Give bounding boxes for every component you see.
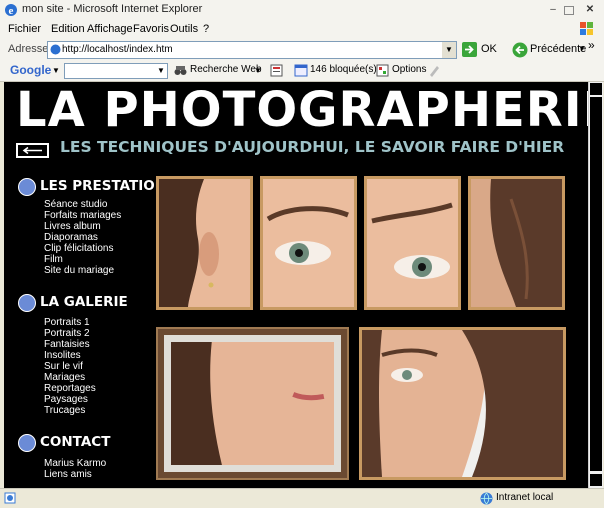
window-title: mon site - Microsoft Internet Explorer bbox=[22, 3, 203, 15]
chevron-down-icon[interactable]: ▼ bbox=[442, 42, 456, 58]
back-button[interactable]: Précédente ▼ bbox=[510, 41, 586, 59]
nav-liens-amis[interactable]: Liens amis bbox=[44, 469, 106, 480]
close-button[interactable]: ✕ bbox=[583, 4, 597, 16]
toolbar-chevron[interactable]: » bbox=[588, 38, 595, 52]
section-title-galerie: LA GALERIE bbox=[40, 294, 128, 310]
nav-portraits-1[interactable]: Portraits 1 bbox=[44, 317, 96, 328]
nav-insolites[interactable]: Insolites bbox=[44, 350, 96, 361]
menu-edition[interactable]: Edition bbox=[51, 23, 85, 35]
photo-tile-face[interactable] bbox=[359, 327, 566, 480]
google-toolbar: Google ▼ ▼ Recherche Web ▼ 146 bloquée(s… bbox=[0, 61, 604, 82]
page-content: LA PHOTOGRAPHERIE LES TECHNIQUES D'AUJOU… bbox=[4, 82, 588, 488]
site-title: LA PHOTOGRAPHERIE bbox=[16, 82, 588, 138]
options-button[interactable]: Options bbox=[392, 64, 426, 75]
google-dropdown-icon[interactable]: ▼ bbox=[52, 66, 60, 75]
menu-bar: Fichier Edition Affichage Favoris Outils… bbox=[0, 20, 604, 40]
nav-mariages[interactable]: Mariages bbox=[44, 372, 96, 383]
title-bar: e mon site - Microsoft Internet Explorer… bbox=[0, 0, 604, 21]
google-logo[interactable]: Google bbox=[10, 63, 51, 77]
page-icon bbox=[50, 44, 61, 55]
portrait-left-eye-image bbox=[263, 179, 354, 307]
nav-sur-le-vif[interactable]: Sur le vif bbox=[44, 361, 96, 372]
address-label: Adresse bbox=[8, 43, 49, 55]
photo-tile-hair[interactable] bbox=[468, 176, 565, 310]
nav-seance-studio[interactable]: Séance studio bbox=[44, 199, 121, 210]
contact-icon bbox=[18, 434, 36, 452]
options-icon bbox=[376, 64, 389, 77]
nav-diaporamas[interactable]: Diaporamas bbox=[44, 232, 121, 243]
portrait-ear-image bbox=[159, 179, 250, 307]
menu-favoris[interactable]: Favoris bbox=[133, 23, 169, 35]
vertical-scrollbar[interactable] bbox=[588, 82, 603, 488]
portrait-hair-image bbox=[471, 179, 562, 307]
google-search-input[interactable]: ▼ bbox=[64, 63, 168, 79]
section-title-contact: CONTACT bbox=[40, 434, 111, 450]
menu-affichage[interactable]: Affichage bbox=[87, 23, 133, 35]
photo-tile-right-eye[interactable] bbox=[364, 176, 461, 310]
go-label: OK bbox=[481, 43, 497, 55]
address-bar: Adresse http://localhost/index.htm ▼ OK … bbox=[0, 38, 604, 62]
chevron-down-icon[interactable]: ▼ bbox=[155, 64, 167, 78]
ie-icon: e bbox=[5, 4, 17, 17]
galerie-list: Portraits 1 Portraits 2 Fantaisies Insol… bbox=[44, 317, 96, 416]
maximize-button[interactable] bbox=[564, 6, 574, 15]
scroll-down-button[interactable] bbox=[590, 474, 602, 486]
portrait-face-image bbox=[362, 330, 563, 477]
menu-outils[interactable]: Outils bbox=[170, 23, 198, 35]
scroll-thumb[interactable] bbox=[590, 97, 602, 471]
popup-blocker-icon bbox=[294, 64, 308, 77]
binoculars-icon bbox=[174, 66, 187, 75]
search-web-button[interactable]: Recherche Web bbox=[190, 64, 262, 75]
blocked-count[interactable]: 146 bloquée(s) bbox=[310, 64, 377, 75]
prestations-list: Séance studio Forfaits mariages Livres a… bbox=[44, 199, 121, 276]
back-dropdown-icon[interactable]: ▼ bbox=[578, 44, 586, 53]
search-web-dropdown-icon[interactable]: ▼ bbox=[254, 66, 262, 75]
photo-tile-mouth[interactable] bbox=[156, 327, 349, 480]
nav-reportages[interactable]: Reportages bbox=[44, 383, 96, 394]
nav-site-du-mariage[interactable]: Site du mariage bbox=[44, 265, 121, 276]
minimize-button[interactable]: – bbox=[546, 4, 560, 16]
svg-text:e: e bbox=[9, 5, 14, 17]
nav-paysages[interactable]: Paysages bbox=[44, 394, 96, 405]
go-arrow-icon bbox=[462, 42, 477, 57]
return-arrow-icon[interactable] bbox=[16, 143, 49, 158]
menu-fichier[interactable]: Fichier bbox=[8, 23, 41, 35]
scroll-up-button[interactable] bbox=[590, 83, 602, 95]
status-bar: Intranet local bbox=[0, 488, 604, 508]
contact-list: Marius Karmo Liens amis bbox=[44, 458, 106, 480]
nav-forfaits-mariages[interactable]: Forfaits mariages bbox=[44, 210, 121, 221]
galerie-icon bbox=[18, 294, 36, 312]
portrait-right-eye-image bbox=[367, 179, 458, 307]
zone-label: Intranet local bbox=[496, 492, 554, 503]
menu-help[interactable]: ? bbox=[203, 23, 209, 35]
nav-portraits-2[interactable]: Portraits 2 bbox=[44, 328, 96, 339]
address-url: http://localhost/index.htm bbox=[62, 44, 173, 55]
photo-tile-left-eye[interactable] bbox=[260, 176, 357, 310]
page-status-icon bbox=[4, 492, 16, 504]
nav-marius-karmo[interactable]: Marius Karmo bbox=[44, 458, 106, 469]
nav-fantaisies[interactable]: Fantaisies bbox=[44, 339, 96, 350]
site-tagline: LES TECHNIQUES D'AUJOURDHUI, LE SAVOIR F… bbox=[60, 138, 565, 156]
news-icon[interactable] bbox=[270, 64, 283, 77]
portrait-mouth-image bbox=[171, 342, 334, 465]
address-input[interactable]: http://localhost/index.htm ▼ bbox=[47, 41, 457, 59]
back-arrow-icon bbox=[512, 42, 528, 58]
prestations-icon bbox=[18, 178, 36, 196]
globe-icon bbox=[480, 492, 493, 505]
windows-logo-icon bbox=[572, 20, 602, 39]
nav-clip-felicitations[interactable]: Clip félicitations bbox=[44, 243, 121, 254]
pencil-icon[interactable] bbox=[428, 64, 440, 77]
nav-trucages[interactable]: Trucages bbox=[44, 405, 96, 416]
photo-tile-ear[interactable] bbox=[156, 176, 253, 310]
nav-livres-album[interactable]: Livres album bbox=[44, 221, 121, 232]
nav-film[interactable]: Film bbox=[44, 254, 121, 265]
